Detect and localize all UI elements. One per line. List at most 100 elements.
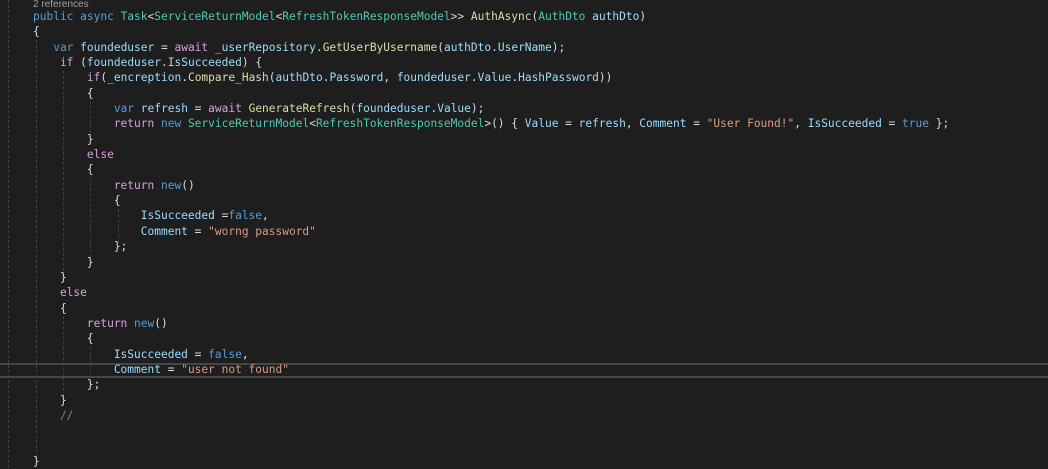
code-token: = (154, 40, 175, 54)
code-line[interactable]: } (33, 393, 949, 408)
code-token: = (881, 117, 903, 131)
code-token: "User Found!" (706, 117, 795, 131)
code-token: = (187, 102, 209, 116)
code-token: )) (598, 71, 613, 85)
code-token: true (902, 117, 929, 131)
code-token: foundeduser (356, 102, 431, 116)
code-token: = (187, 347, 209, 361)
code-token: () (154, 316, 168, 330)
code-token: IsSucceeded (33, 347, 188, 361)
code-token: ServiceReturnModel (187, 117, 310, 131)
code-token: Comment (639, 117, 687, 131)
code-line[interactable]: if(_encreption.Compare_Hash(authDto.Pass… (33, 70, 949, 85)
code-token: ( (80, 56, 87, 70)
code-token: HashPassword (518, 71, 599, 85)
code-token: Comment (33, 224, 188, 238)
code-line[interactable]: }; (33, 377, 949, 392)
code-token: = (686, 117, 707, 131)
code-token: } (33, 454, 40, 468)
code-line[interactable]: var refresh = await GenerateRefresh(foun… (33, 101, 949, 116)
code-token: Password (329, 71, 384, 85)
code-token: "user not found" (181, 362, 289, 376)
code-token: ( (268, 71, 276, 85)
code-token: await (208, 102, 249, 116)
code-line[interactable]: } (33, 270, 949, 285)
code-line[interactable]: { (33, 193, 949, 208)
code-line[interactable]: } (33, 255, 949, 270)
code-line[interactable]: else (33, 285, 949, 300)
code-line[interactable]: { (33, 162, 949, 177)
code-line[interactable]: { (33, 301, 949, 316)
code-token: { (33, 163, 94, 177)
code-token: else (33, 286, 87, 300)
code-line[interactable]: }; (33, 239, 949, 254)
code-token: }; (33, 240, 128, 254)
code-token: ) { (241, 56, 263, 70)
code-token: foundeduser (80, 40, 155, 54)
code-token: _userRepository (214, 40, 316, 54)
code-token: }; (928, 117, 950, 131)
code-lines[interactable]: public async Task<ServiceReturnModel<Ref… (33, 9, 949, 469)
code-line[interactable]: Comment = "worng password" (33, 224, 949, 239)
code-token: AuthAsync (470, 10, 532, 23)
code-token: return (33, 178, 161, 192)
code-token: Comment (33, 362, 161, 376)
code-line[interactable]: { (33, 24, 949, 39)
code-line[interactable]: } (33, 454, 949, 469)
code-line[interactable] (33, 439, 949, 454)
code-line[interactable]: // (33, 408, 949, 423)
code-token: Value (437, 102, 471, 116)
indent-guide (8, 0, 9, 468)
code-token: ServiceReturnModel (154, 10, 276, 23)
code-line[interactable]: IsSucceeded =false, (33, 208, 949, 223)
code-token: , (383, 71, 397, 85)
code-line[interactable]: { (33, 331, 949, 346)
code-token: var (33, 102, 141, 116)
code-token: GenerateRefresh (248, 102, 350, 116)
code-token: , (794, 117, 808, 131)
code-line[interactable]: return new() (33, 178, 949, 193)
code-token: ); (470, 102, 485, 116)
code-token: Task (120, 10, 148, 23)
code-token: await (174, 40, 215, 54)
code-line[interactable]: return new() (33, 316, 949, 331)
code-token: IsSucceeded (167, 56, 242, 70)
code-token: public async (33, 10, 121, 23)
code-token: IsSucceeded (807, 117, 882, 131)
code-line[interactable]: else (33, 147, 949, 162)
code-line[interactable]: IsSucceeded = false, (33, 347, 949, 362)
code-token: new (134, 316, 155, 330)
code-token: { (33, 86, 94, 100)
code-line[interactable]: Comment = "user not found" (33, 362, 949, 377)
code-token: . (470, 71, 478, 85)
code-token: ); (551, 40, 566, 54)
code-token: () (181, 178, 195, 192)
code-token: var (33, 40, 81, 54)
code-editor[interactable]: 2 references public async Task<ServiceRe… (0, 0, 1048, 468)
code-token: foundeduser (396, 71, 471, 85)
code-token: { (33, 332, 94, 346)
code-token: authDto (592, 10, 640, 23)
code-line[interactable]: return new ServiceReturnModel<RefreshTok… (33, 116, 949, 131)
code-token: IsSucceeded (33, 209, 215, 223)
code-line[interactable]: public async Task<ServiceReturnModel<Ref… (33, 9, 949, 24)
code-token: , (262, 209, 269, 223)
code-token: . (181, 71, 188, 85)
code-line[interactable]: } (33, 132, 949, 147)
code-line[interactable] (33, 423, 949, 438)
code-token: . (491, 40, 498, 54)
code-token: false (228, 209, 263, 223)
code-token: if (33, 71, 101, 85)
code-token: ) (639, 10, 647, 23)
code-token: RefreshTokenResponseModel (282, 10, 451, 23)
code-token: . (161, 56, 168, 70)
code-token: return (33, 316, 135, 330)
code-token: GetUserByUsername (322, 40, 438, 54)
code-line[interactable]: var foundeduser = await _userRepository.… (33, 40, 949, 55)
code-token: refresh (578, 117, 626, 131)
code-token: >() { (484, 117, 525, 131)
code-line[interactable]: { (33, 86, 949, 101)
code-line[interactable]: if (foundeduser.IsSucceeded) { (33, 55, 949, 70)
code-token: = (187, 224, 209, 238)
code-token: authDto (443, 40, 492, 54)
